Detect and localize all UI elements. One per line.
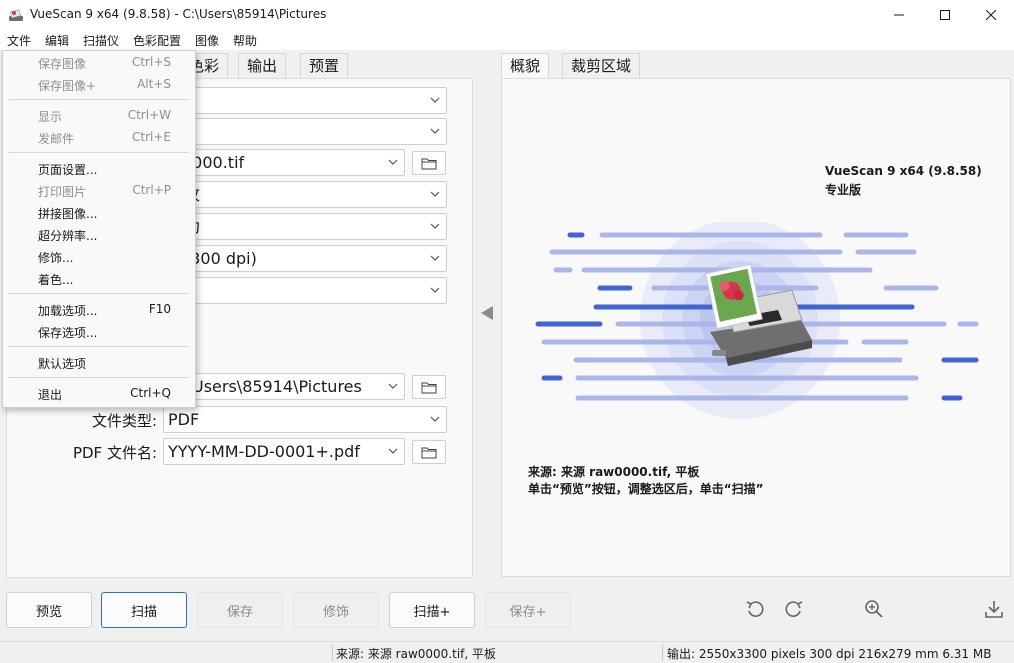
chevron-down-icon [430,255,440,261]
preview-button[interactable]: 预览 [6,592,92,628]
menu-email[interactable]: 发邮件 Ctrl+E [3,127,195,149]
close-button[interactable] [968,0,1014,30]
status-source: 来源: 来源 raw0000.tif, 平板 [336,647,497,661]
menu-load-options[interactable]: 加载选项... F10 [3,299,195,321]
pdf-name-dropdown[interactable]: YYYY-MM-DD-0001+.pdf [163,438,405,465]
triangle-left-icon [481,306,493,320]
file-menu: 保存图像 Ctrl+S 保存图像+ Alt+S 显示 Ctrl+W 发邮件 Ctrl+E… [2,50,196,408]
save-button[interactable]: 保存 [197,592,283,628]
minimize-button[interactable] [876,0,922,30]
menu-show[interactable]: 显示 Ctrl+W [3,105,195,127]
menu-color-profile[interactable]: 色彩配置 [133,32,181,49]
menu-separator [9,293,189,294]
title-bar: VueScan 9 x64 (9.8.58) - C:\Users\85914\… [0,0,1014,30]
tab-presets[interactable]: 预置 [300,53,349,79]
status-divider [332,645,333,661]
menu-edit[interactable]: 编辑 [45,32,69,49]
menu-super-resolution[interactable]: 超分辨率... [3,224,195,246]
status-bar: 来源: 来源 raw0000.tif, 平板 输出: 2550x3300 pix… [0,641,1014,663]
setting-dropdown-7[interactable] [163,277,447,304]
maximize-button[interactable] [922,0,968,30]
maximize-icon [940,10,950,20]
setting-dropdown-2[interactable] [163,118,447,145]
setting-dropdown-1[interactable]: E [163,87,447,114]
chevron-down-icon [388,448,398,454]
rotate-left-button[interactable] [743,597,767,621]
file-type-label: 文件类型: [91,412,157,430]
source-info: 来源: 来源 raw0000.tif, 平板 [528,465,700,479]
browse-folder-button[interactable] [412,375,446,399]
folder-icon [421,382,437,393]
menu-retouch[interactable]: 修饰... [3,246,195,268]
input-file-dropdown[interactable]: 0000.tif [163,149,405,176]
setting-dropdown-4[interactable]: 紋 [163,181,447,208]
menu-page-setup[interactable]: 页面设置... [3,158,195,180]
setting-dropdown-5[interactable]: 仂 [163,213,447,240]
close-icon [986,10,996,20]
scan-hint: 单击“预览”按钮，调整选区后，单击“扫描” [528,482,764,496]
chevron-down-icon [430,416,440,422]
status-divider [662,645,663,661]
chevron-down-icon [430,191,440,197]
tab-crop[interactable]: 裁剪区域 [562,53,641,79]
tab-output[interactable]: 输出 [238,53,287,79]
menu-scanner[interactable]: 扫描仪 [83,32,119,49]
chevron-down-icon [430,223,440,229]
scan-plus-button[interactable]: 扫描+ [389,592,475,628]
rotate-left-icon [746,601,764,617]
download-button[interactable] [982,597,1006,621]
chevron-down-icon [430,128,440,134]
folder-icon [421,447,437,458]
menu-separator [9,377,189,378]
menu-bar: 文件 编辑 扫描仪 色彩配置 图像 帮助 [0,30,1014,50]
rotate-right-button[interactable] [782,597,806,621]
browse-pdf-button[interactable] [412,440,446,464]
menu-colorize[interactable]: 着色... [3,268,195,290]
file-type-dropdown[interactable]: PDF [163,406,447,433]
menu-save-options[interactable]: 保存选项... [3,321,195,343]
product-name: VueScan 9 x64 (9.8.58) [825,164,982,178]
scan-button[interactable]: 扫描 [101,592,187,628]
browse-input-button[interactable] [412,151,446,175]
menu-stitch[interactable]: 拼接图像... [3,202,195,224]
menu-print[interactable]: 打印图片 Ctrl+P [3,180,195,202]
edition-label: 专业版 [825,183,862,197]
chevron-down-icon [388,383,398,389]
pdf-name-label: PDF 文件名: [72,444,157,462]
menu-separator [9,99,189,100]
save-plus-button[interactable]: 保存+ [485,592,571,628]
tab-overview[interactable]: 概貌 [501,53,550,79]
pdf-name-value: YYYY-MM-DD-0001+.pdf [168,442,360,461]
menu-file[interactable]: 文件 [7,32,31,49]
menu-save-image-plus[interactable]: 保存图像+ Alt+S [3,74,195,96]
minimize-icon [894,14,904,16]
resolution-dropdown[interactable]: (300 dpi) [163,245,447,272]
rotate-right-icon [785,601,803,617]
zoom-in-icon [865,600,883,618]
menu-exit[interactable]: 退出 Ctrl+Q [3,383,195,405]
menu-separator [9,152,189,153]
menu-help[interactable]: 帮助 [233,32,257,49]
default-folder-dropdown[interactable]: Users\85914\Pictures [163,373,405,400]
file-type-value: PDF [168,410,200,429]
chevron-down-icon [430,287,440,293]
retouch-button[interactable]: 修饰 [293,592,379,628]
folder-icon [421,158,437,169]
download-icon [985,601,1003,618]
vuescan-app-icon [8,7,24,23]
zoom-in-button[interactable] [862,597,886,621]
chevron-down-icon [388,159,398,165]
collapse-panel-button[interactable] [479,305,495,321]
scanner-illustration [530,219,990,422]
chevron-down-icon [430,97,440,103]
menu-save-image[interactable]: 保存图像 Ctrl+S [3,52,195,74]
menu-separator [9,346,189,347]
menu-image[interactable]: 图像 [195,32,219,49]
window-title: VueScan 9 x64 (9.8.58) - C:\Users\85914\… [30,7,327,21]
status-output: 输出: 2550x3300 pixels 300 dpi 216x279 mm … [667,647,992,661]
default-folder-value: Users\85914\Pictures [192,377,362,396]
menu-default-options[interactable]: 默认选项 [3,352,195,374]
